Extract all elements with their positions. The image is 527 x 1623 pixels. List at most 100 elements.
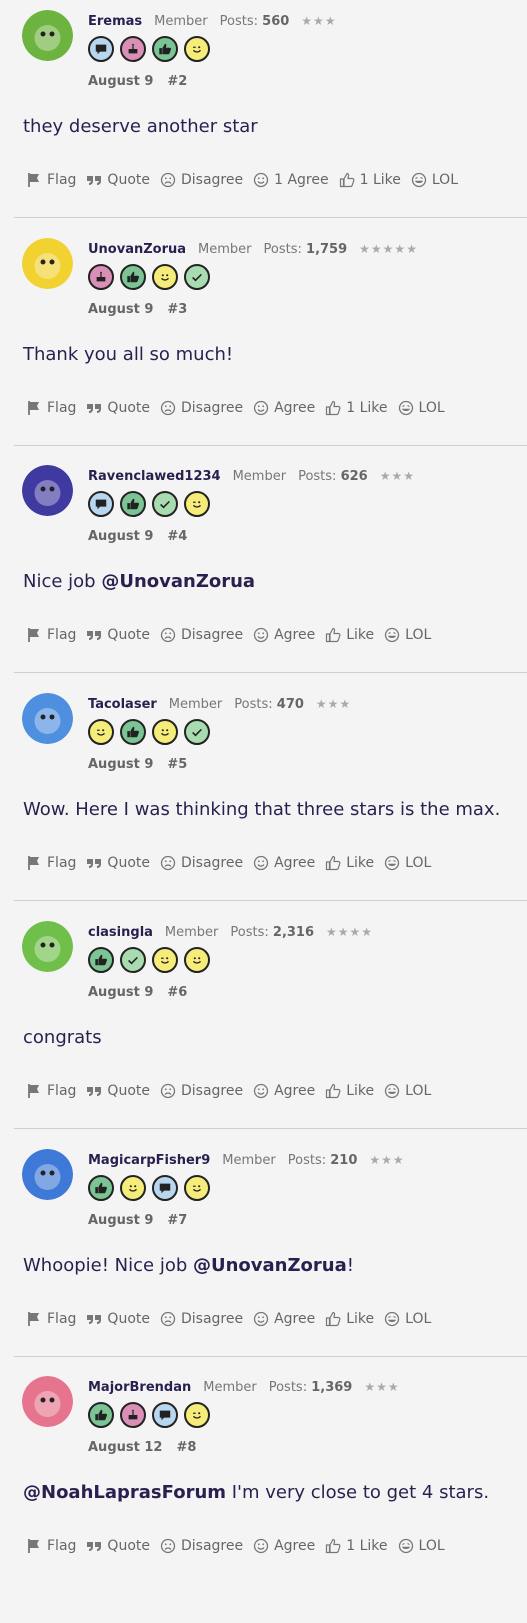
post-date[interactable]: August 9 bbox=[88, 74, 153, 89]
thumbs-up-icon[interactable] bbox=[88, 946, 114, 973]
like-button[interactable]: Like bbox=[325, 1083, 374, 1099]
check-icon[interactable] bbox=[184, 719, 210, 746]
smile-icon[interactable] bbox=[120, 1174, 146, 1201]
chat-icon[interactable] bbox=[88, 491, 114, 518]
disagree-button[interactable]: Disagree bbox=[160, 855, 243, 871]
post-number[interactable]: #2 bbox=[167, 74, 187, 89]
wink-icon[interactable] bbox=[184, 1402, 210, 1429]
like-button[interactable]: Like bbox=[325, 855, 374, 871]
post-date[interactable]: August 9 bbox=[88, 529, 153, 544]
flag-button[interactable]: Flag bbox=[26, 1311, 76, 1327]
post-date[interactable]: August 9 bbox=[88, 1213, 153, 1228]
avatar[interactable] bbox=[22, 693, 73, 745]
post-date[interactable]: August 9 bbox=[88, 985, 153, 1000]
like-button[interactable]: 1 Like bbox=[325, 1538, 388, 1554]
like-button[interactable]: Like bbox=[325, 627, 374, 643]
avatar[interactable] bbox=[22, 10, 73, 61]
post-number[interactable]: #4 bbox=[167, 529, 187, 544]
thumbs-up-icon[interactable] bbox=[88, 1174, 114, 1201]
chat-icon[interactable] bbox=[88, 36, 114, 62]
agree-button[interactable]: Agree bbox=[253, 1083, 315, 1099]
flag-button[interactable]: Flag bbox=[26, 1083, 76, 1099]
username-link[interactable]: MajorBrendan bbox=[88, 1380, 191, 1395]
post-date[interactable]: August 9 bbox=[88, 302, 153, 317]
disagree-button[interactable]: Disagree bbox=[160, 400, 243, 416]
smile-icon[interactable] bbox=[152, 719, 178, 746]
username-link[interactable]: clasingla bbox=[88, 925, 153, 940]
avatar[interactable] bbox=[22, 1148, 73, 1200]
avatar[interactable] bbox=[22, 920, 73, 972]
agree-button[interactable]: 1 Agree bbox=[253, 172, 329, 188]
check-icon[interactable] bbox=[152, 491, 178, 518]
lol-button[interactable]: LOL bbox=[384, 1311, 431, 1327]
avatar[interactable] bbox=[22, 465, 73, 517]
agree-button[interactable]: Agree bbox=[253, 855, 315, 871]
check-icon[interactable] bbox=[120, 946, 146, 973]
thumbs-up-icon[interactable] bbox=[120, 491, 146, 518]
disagree-button[interactable]: Disagree bbox=[160, 172, 243, 188]
thumbs-up-icon[interactable] bbox=[120, 263, 146, 290]
thumbs-up-icon[interactable] bbox=[120, 719, 146, 746]
wink-icon[interactable] bbox=[184, 36, 210, 62]
quote-button[interactable]: Quote bbox=[86, 400, 150, 416]
like-button[interactable]: 1 Like bbox=[339, 172, 401, 188]
cake-icon[interactable] bbox=[120, 1402, 146, 1429]
flag-button[interactable]: Flag bbox=[26, 172, 76, 188]
agree-button[interactable]: Agree bbox=[253, 1311, 315, 1327]
quote-button[interactable]: Quote bbox=[86, 627, 150, 643]
flag-button[interactable]: Flag bbox=[26, 627, 76, 643]
disagree-button[interactable]: Disagree bbox=[160, 1538, 243, 1554]
avatar[interactable] bbox=[22, 237, 73, 289]
quote-button[interactable]: Quote bbox=[86, 855, 150, 871]
flag-button[interactable]: Flag bbox=[26, 400, 76, 416]
post-number[interactable]: #8 bbox=[176, 1440, 196, 1455]
lol-button[interactable]: LOL bbox=[398, 1538, 445, 1554]
lol-button[interactable]: LOL bbox=[398, 400, 445, 416]
thumbs-up-icon[interactable] bbox=[152, 36, 178, 62]
flag-button[interactable]: Flag bbox=[26, 855, 76, 871]
thumbs-up-icon[interactable] bbox=[88, 1402, 114, 1429]
lol-button[interactable]: LOL bbox=[384, 627, 431, 643]
post-number[interactable]: #7 bbox=[167, 1213, 187, 1228]
cake-icon[interactable] bbox=[120, 36, 146, 62]
quote-button[interactable]: Quote bbox=[86, 172, 150, 188]
user-mention[interactable]: @UnovanZorua bbox=[193, 1255, 347, 1276]
lol-button[interactable]: LOL bbox=[411, 172, 458, 188]
like-button[interactable]: 1 Like bbox=[325, 400, 388, 416]
cake-icon[interactable] bbox=[88, 263, 114, 290]
quote-button[interactable]: Quote bbox=[86, 1538, 150, 1554]
user-mention[interactable]: @UnovanZorua bbox=[101, 571, 255, 592]
lol-button[interactable]: LOL bbox=[384, 1083, 431, 1099]
post-number[interactable]: #3 bbox=[167, 302, 187, 317]
username-link[interactable]: Ravenclawed1234 bbox=[88, 469, 221, 484]
chat-icon[interactable] bbox=[152, 1402, 178, 1429]
flag-button[interactable]: Flag bbox=[26, 1538, 76, 1554]
user-mention[interactable]: @NoahLaprasForum bbox=[23, 1482, 226, 1503]
disagree-button[interactable]: Disagree bbox=[160, 1311, 243, 1327]
wink-icon[interactable] bbox=[152, 946, 178, 973]
agree-button[interactable]: Agree bbox=[253, 400, 315, 416]
smile-icon[interactable] bbox=[184, 946, 210, 973]
chat-icon[interactable] bbox=[152, 1174, 178, 1201]
disagree-button[interactable]: Disagree bbox=[160, 1083, 243, 1099]
wink-icon[interactable] bbox=[88, 719, 114, 746]
username-link[interactable]: Tacolaser bbox=[88, 697, 157, 712]
agree-button[interactable]: Agree bbox=[253, 1538, 315, 1554]
username-link[interactable]: MagicarpFisher9 bbox=[88, 1153, 210, 1168]
post-number[interactable]: #6 bbox=[167, 985, 187, 1000]
post-date[interactable]: August 12 bbox=[88, 1440, 162, 1455]
avatar[interactable] bbox=[22, 1376, 73, 1428]
wink-icon[interactable] bbox=[184, 491, 210, 518]
wink-icon[interactable] bbox=[184, 1174, 210, 1201]
quote-button[interactable]: Quote bbox=[86, 1311, 150, 1327]
post-number[interactable]: #5 bbox=[167, 757, 187, 772]
smile-icon[interactable] bbox=[152, 263, 178, 290]
check-icon[interactable] bbox=[184, 263, 210, 290]
like-button[interactable]: Like bbox=[325, 1311, 374, 1327]
username-link[interactable]: UnovanZorua bbox=[88, 242, 186, 257]
disagree-button[interactable]: Disagree bbox=[160, 627, 243, 643]
quote-button[interactable]: Quote bbox=[86, 1083, 150, 1099]
lol-button[interactable]: LOL bbox=[384, 855, 431, 871]
post-date[interactable]: August 9 bbox=[88, 757, 153, 772]
agree-button[interactable]: Agree bbox=[253, 627, 315, 643]
